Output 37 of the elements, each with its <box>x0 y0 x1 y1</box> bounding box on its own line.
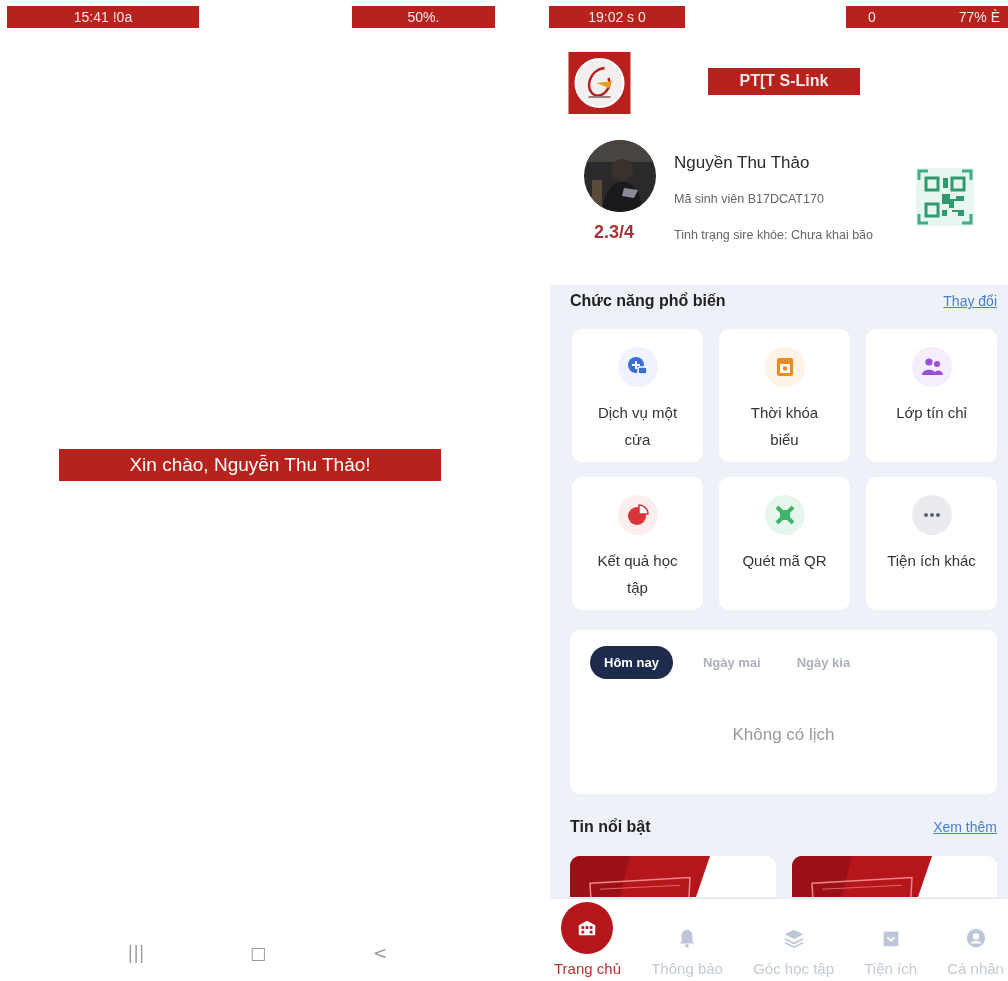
empty-schedule-text: Không có lịch <box>731 725 836 745</box>
health-status: Tinh trạng sire khóe: Chưa khai bão <box>674 227 874 244</box>
feature-card[interactable]: Quét mã QR <box>719 477 850 610</box>
student-id: Mã sinh viên B17DCAT170 <box>674 191 825 208</box>
see-more-link[interactable]: Xem thêm <box>933 819 997 835</box>
calendar-icon <box>764 347 805 387</box>
back-button[interactable]: < <box>364 941 396 965</box>
day-tab[interactable]: Ngày kia <box>790 646 857 679</box>
rating-score: 2.3/4 <box>593 222 634 243</box>
greeting-text: Xin chào, Nguyễn Thu Thảo! <box>59 448 441 481</box>
day-tab[interactable]: Ngày mai <box>696 646 767 679</box>
feature-card[interactable]: Tiện ích khác <box>866 477 997 610</box>
status-time: 19:02 s 0 <box>549 6 685 28</box>
status-signal: 0 <box>868 9 876 25</box>
recents-button[interactable]: ||| <box>120 941 152 965</box>
app-title: PT[T S-Link <box>708 67 860 95</box>
more-icon <box>911 495 952 535</box>
student-name: Nguyền Thu Thảo <box>674 152 811 174</box>
home-button[interactable]: □ <box>242 941 274 965</box>
pie-chart-icon <box>617 495 658 535</box>
layers-icon <box>782 927 805 949</box>
day-tab[interactable]: Hôm nay <box>590 646 673 679</box>
section-title: Chức năng phổ biến <box>570 292 726 310</box>
feature-card[interactable]: Thời khóa biểu <box>719 329 850 462</box>
feature-card[interactable]: Dịch vụ một cửa <box>572 329 703 462</box>
person-icon <box>964 927 987 949</box>
qr-code-icon[interactable] <box>916 168 974 226</box>
chat-plus-icon <box>617 347 658 387</box>
status-time: 15:41 !0a <box>7 6 199 28</box>
people-icon <box>911 347 952 387</box>
section-title: Tin nổi bật <box>570 818 651 836</box>
status-battery: 50%. <box>352 6 495 28</box>
feature-card[interactable]: Kết quả học tập <box>572 477 703 610</box>
logo-icon <box>568 52 631 114</box>
status-battery: 77% È <box>958 9 1000 25</box>
change-link[interactable]: Thay đổi <box>943 293 997 309</box>
feature-card[interactable]: Lớp tín chỉ <box>866 329 997 462</box>
